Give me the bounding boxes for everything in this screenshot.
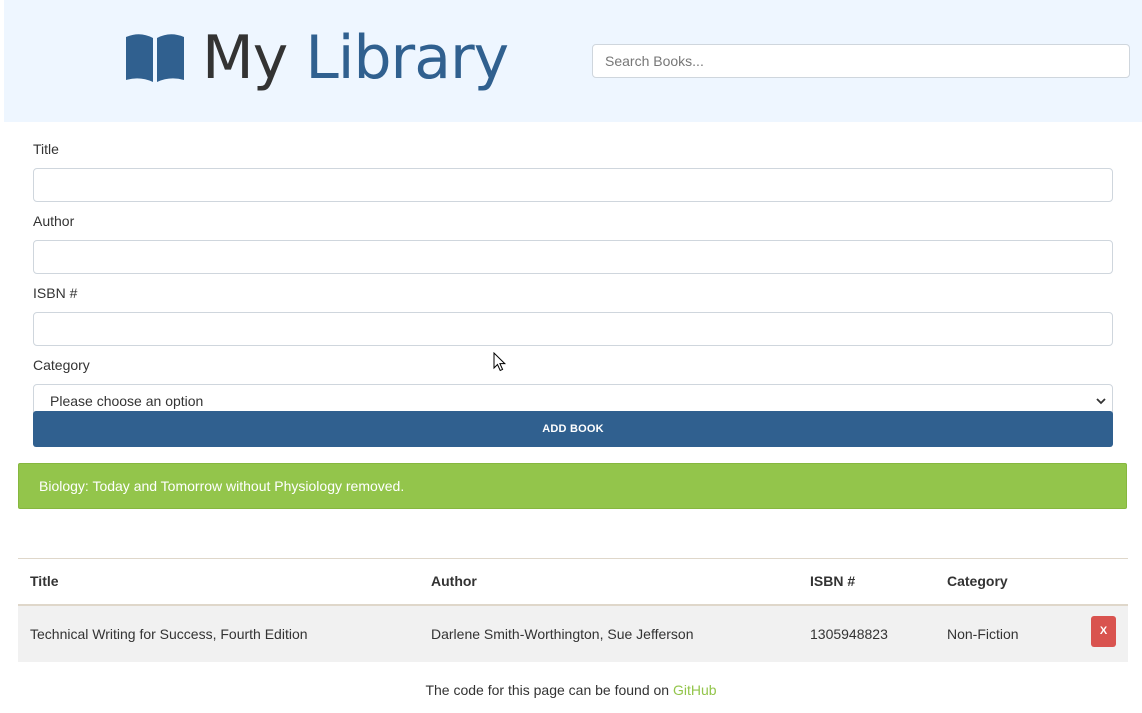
github-link[interactable]: GitHub: [673, 682, 717, 698]
brand[interactable]: My Library: [122, 23, 509, 93]
books-table: Title Author ISBN # Category Technical W…: [18, 558, 1128, 662]
author-label: Author: [33, 213, 75, 229]
title-label: Title: [33, 141, 59, 157]
delete-book-button[interactable]: X: [1091, 615, 1116, 647]
search-input[interactable]: [592, 44, 1130, 78]
footer: The code for this page can be found on G…: [0, 679, 1142, 701]
cell-title: Technical Writing for Success, Fourth Ed…: [30, 625, 308, 642]
brand-title: My Library: [202, 23, 509, 93]
chevron-down-icon: [1096, 398, 1106, 405]
add-book-button[interactable]: ADD BOOK: [33, 411, 1113, 447]
site-header: My Library: [4, 0, 1142, 122]
table-row: Technical Writing for Success, Fourth Ed…: [18, 604, 1128, 662]
column-header-author: Author: [431, 573, 477, 590]
cell-author: Darlene Smith-Worthington, Sue Jefferson: [431, 625, 694, 642]
add-book-form: Title Author ISBN # Category Please choo…: [33, 138, 1113, 418]
cell-isbn: 1305948823: [810, 625, 888, 642]
brand-title-library: Library: [305, 23, 509, 93]
isbn-input[interactable]: [33, 312, 1113, 346]
column-header-title: Title: [30, 573, 59, 590]
author-input[interactable]: [33, 240, 1113, 274]
column-header-isbn: ISBN #: [810, 573, 856, 590]
cell-actions: X: [1079, 605, 1128, 662]
footer-text: The code for this page can be found on: [425, 682, 673, 698]
mouse-cursor-icon: [493, 352, 507, 372]
column-header-actions: [1079, 559, 1128, 605]
success-alert: Biology: Today and Tomorrow without Phys…: [18, 463, 1127, 509]
isbn-label: ISBN #: [33, 285, 78, 301]
title-input[interactable]: [33, 168, 1113, 202]
table-header-row: Title Author ISBN # Category: [18, 558, 1128, 605]
column-header-category: Category: [947, 573, 1008, 590]
book-open-icon: [126, 34, 184, 82]
cell-category: Non-Fiction: [947, 625, 1019, 642]
category-selected-value: Please choose an option: [50, 393, 204, 409]
category-label: Category: [33, 357, 90, 373]
brand-title-my: My: [202, 23, 288, 93]
